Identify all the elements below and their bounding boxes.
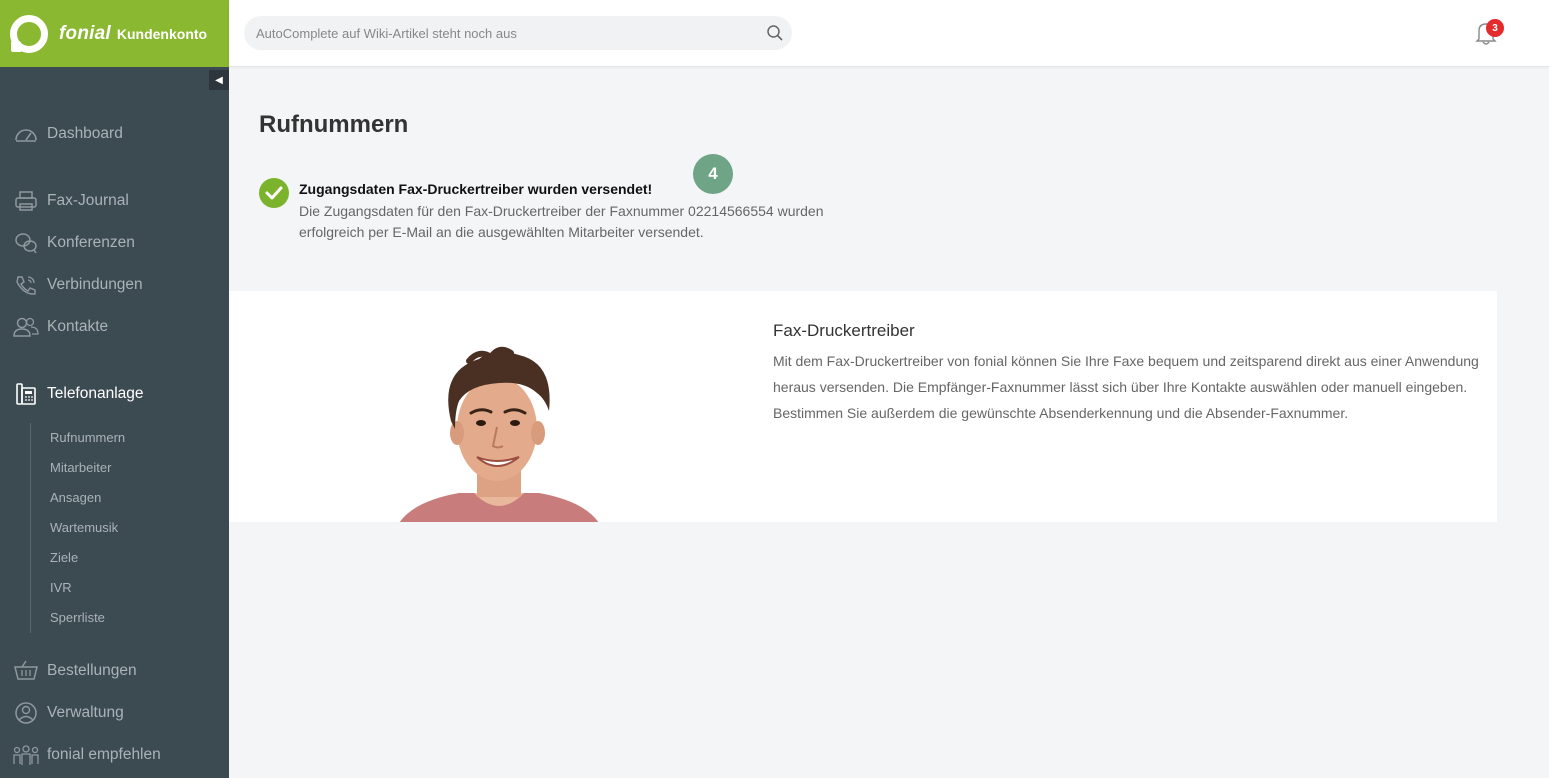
- sidebar: fonial Kundenkonto ◀ Dashboard Fax-Journ…: [0, 0, 229, 778]
- card-description: Mit dem Fax-Druckertreiber von fonial kö…: [773, 353, 1479, 421]
- checkmark-icon: [259, 178, 289, 208]
- brand-subtitle: Kundenkonto: [116, 25, 208, 42]
- success-alert-title: Zugangsdaten Fax-Druckertreiber wurden v…: [299, 181, 653, 197]
- fax-driver-card: Fax-Druckertreiber Mit dem Fax-Druckertr…: [229, 291, 1497, 522]
- notification-count-badge[interactable]: 3: [1486, 19, 1504, 37]
- page-title: Rufnummern: [259, 111, 409, 138]
- sidebar-item-label: Bestellungen: [47, 662, 137, 679]
- sidebar-subitem-wartemusik[interactable]: Wartemusik: [50, 520, 118, 535]
- topbar: 3: [229, 0, 1549, 67]
- search-icon[interactable]: [766, 24, 784, 47]
- phone-signal-icon: [12, 274, 40, 296]
- sidebar-subitem-ansagen[interactable]: Ansagen: [50, 490, 101, 505]
- group-icon: [12, 744, 40, 766]
- success-alert-text: Die Zugangsdaten für den Fax-Druckertrei…: [299, 203, 824, 240]
- sidebar-subitem-ziele[interactable]: Ziele: [50, 550, 78, 565]
- fonial-logo-icon: [10, 14, 48, 53]
- phone-system-icon: [12, 382, 40, 406]
- submenu-divider: [30, 423, 31, 633]
- person-illustration: [399, 346, 599, 522]
- sidebar-item-label: fonial empfehlen: [47, 746, 161, 763]
- chat-bubbles-icon: [12, 232, 40, 254]
- card-title: Fax-Druckertreiber: [773, 321, 915, 340]
- sidebar-subitem-mitarbeiter[interactable]: Mitarbeiter: [50, 460, 111, 475]
- sidebar-item-telefonanlage[interactable]: Telefonanlage: [0, 379, 229, 409]
- sidebar-item-kontakte[interactable]: Kontakte: [0, 312, 229, 342]
- shopping-basket-icon: [12, 659, 40, 683]
- sidebar-item-label: Verwaltung: [47, 704, 124, 721]
- sidebar-subitem-sperrliste[interactable]: Sperrliste: [50, 610, 105, 625]
- sidebar-item-konferenzen[interactable]: Konferenzen: [0, 228, 229, 258]
- sidebar-item-label: Telefonanlage: [47, 385, 144, 402]
- sidebar-item-label: Verbindungen: [47, 276, 143, 293]
- sidebar-item-label: Kontakte: [47, 318, 109, 335]
- brand-header[interactable]: fonial Kundenkonto: [0, 0, 229, 67]
- sidebar-item-verbindungen[interactable]: Verbindungen: [0, 270, 229, 300]
- sidebar-item-label: Fax-Journal: [47, 192, 129, 209]
- sidebar-subitem-rufnummern[interactable]: Rufnummern: [50, 430, 125, 445]
- collapse-sidebar-button[interactable]: ◀: [209, 70, 229, 90]
- search-bar: [244, 16, 792, 50]
- sidebar-item-label: Dashboard: [47, 125, 123, 142]
- sidebar-item-verwaltung[interactable]: Verwaltung: [0, 698, 229, 728]
- printer-icon: [12, 190, 40, 212]
- brand-name: fonial: [59, 22, 111, 44]
- search-input[interactable]: [244, 16, 792, 50]
- contacts-icon: [12, 316, 40, 338]
- sidebar-item-fonial-empfehlen[interactable]: fonial empfehlen: [0, 740, 229, 770]
- sidebar-item-dashboard[interactable]: Dashboard: [0, 119, 229, 149]
- sidebar-item-bestellungen[interactable]: Bestellungen: [0, 656, 229, 686]
- sidebar-item-label: Konferenzen: [47, 234, 135, 251]
- user-circle-icon: [12, 701, 40, 725]
- step-number-badge: 4: [693, 154, 733, 194]
- sidebar-item-fax-journal[interactable]: Fax-Journal: [0, 186, 229, 216]
- speedometer-icon: [12, 124, 40, 144]
- sidebar-subitem-ivr[interactable]: IVR: [50, 580, 72, 595]
